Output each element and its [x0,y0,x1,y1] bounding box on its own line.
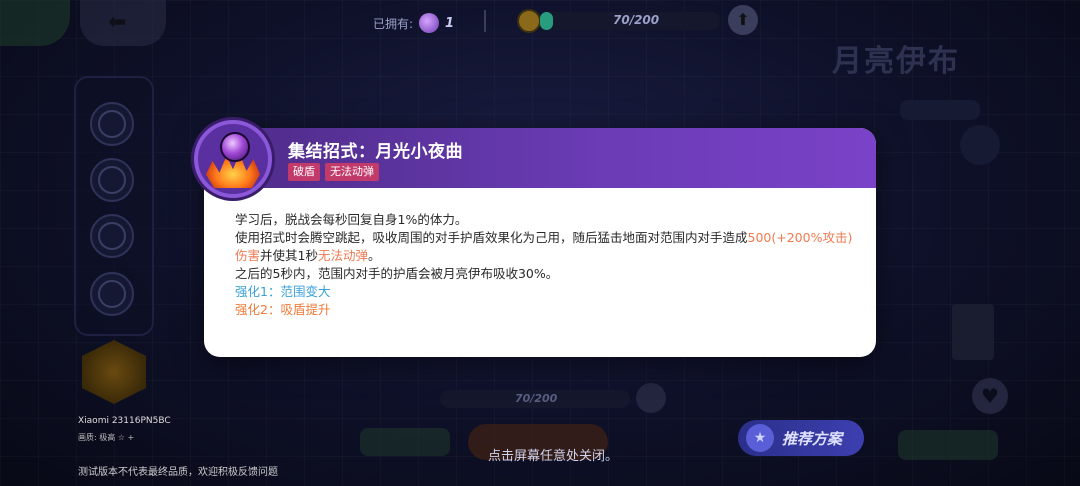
skill-title: 集结招式：月光小夜曲 [288,142,463,162]
gem-icon [419,13,440,33]
bottom-progress-text: 70/200 [515,392,558,405]
upgrade-arrow-icon: ⬆ [736,10,750,29]
back-button[interactable]: ⬅ [80,0,166,46]
level-progress-fill [540,12,553,30]
skill-icon [98,280,126,308]
moon-orb-icon [220,132,250,162]
tag-shield-break: 破盾 [288,163,320,181]
recommend-button[interactable]: ★ 推荐方案 [738,420,864,456]
skill-slot-4[interactable] [90,272,134,316]
owned-label: 已拥有: [373,16,414,31]
device-label: Xiaomi 23116PN5BC [78,416,171,426]
skill-tags: 破盾 无法动弹 [288,163,379,181]
quality-label: 画质: 极高 ☆ + [78,433,135,442]
skill-description: 学习后，脱战会每秒回复自身1%的体力。 使用招式时会腾空跳起，吸收周围的对手护盾… [235,211,855,319]
upgrade-button[interactable]: ⬆ [728,5,758,35]
test-version-note: 测试版本不代表最终品质，欢迎积极反馈问题 [78,467,278,478]
skill-icon [98,222,126,250]
owned-counter: 已拥有: 1 [373,13,454,33]
right-card [952,304,994,360]
skill-icon [98,166,126,194]
desc-line-2b: 并使其1秒 [260,248,318,263]
rocket-icon: ★ [746,424,774,452]
share-button[interactable] [898,430,998,460]
status-immobilize: 无法动弹 [317,248,368,263]
level-badge-icon [517,9,541,33]
right-panel-avatar [960,125,1000,165]
right-panel-row [900,100,980,120]
tag-immobilize: 无法动弹 [325,163,379,181]
desc-line-2c: 。 [367,248,381,263]
bottom-upgrade-button[interactable] [636,383,666,413]
desc-line-3: 之后的5秒内，范围内对手的护盾会被月亮伊布吸收30%。 [235,266,559,281]
level-progress-text: 70/200 [613,13,660,27]
bottom-button-left[interactable] [360,428,450,456]
skill-detail-modal[interactable]: 集结招式：月光小夜曲 破盾 无法动弹 学习后，脱战会每秒回复自身1%的体力。 使… [194,120,876,357]
desc-line-2: 使用招式时会腾空跳起，吸收周围的对手护盾效果化为己用，随后猛击地面对范围内对手造… [235,229,855,265]
heart-icon: ♥ [981,384,999,408]
enhance-2: 强化2：吸盾提升 [235,302,331,317]
back-arrow-icon: ⬅ [108,10,127,35]
skill-slot-3[interactable] [90,214,134,258]
skill-slot-2[interactable] [90,158,134,202]
desc-line-1: 学习后，脱战会每秒回复自身1%的体力。 [235,212,468,227]
close-hint: 点击屏幕任意处关闭。 [488,449,619,464]
hero-name: 月亮伊布 [832,44,960,79]
topbar-divider [484,10,486,32]
gear-icon [98,110,126,138]
favorite-heart-button[interactable]: ♥ [972,378,1008,414]
skill-avatar-icon [194,120,272,198]
recommend-label: 推荐方案 [782,429,843,448]
skill-slot-1[interactable] [90,102,134,146]
enhance-1: 强化1：范围变大 [235,284,331,299]
desc-line-2a: 使用招式时会腾空跳起，吸收周围的对手护盾效果化为己用，随后猛击地面对范围内对手造… [235,230,748,245]
owned-count: 1 [445,15,455,31]
